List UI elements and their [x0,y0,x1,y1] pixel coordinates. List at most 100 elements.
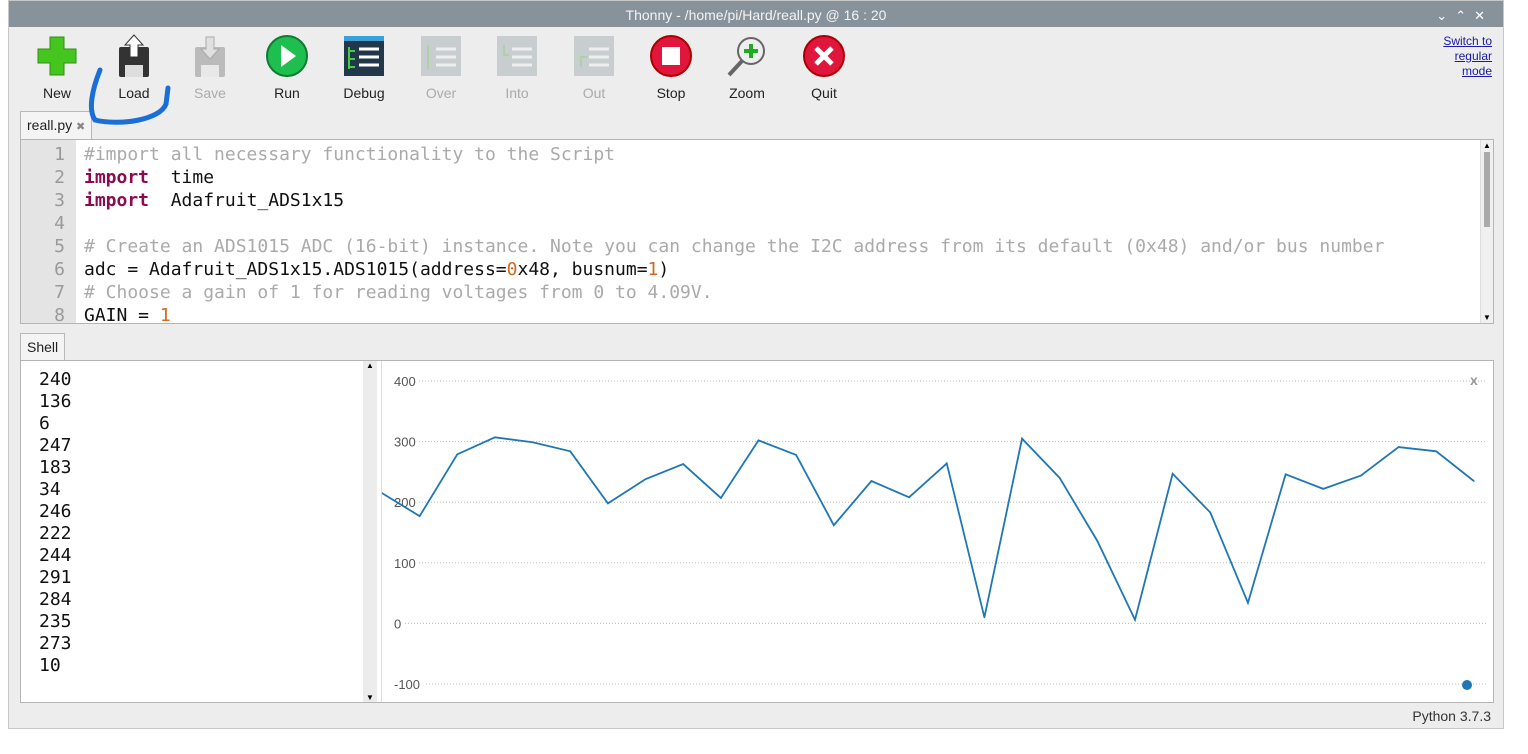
switch-to-regular-mode-link[interactable]: Switch to regular mode [1443,34,1492,79]
code-token: GAIN = [84,305,160,324]
data-point [418,515,421,517]
button-label: Quit [811,85,837,101]
shell-scrollbar[interactable]: ▲ ▼ [363,361,377,702]
code-token: import [84,167,150,188]
button-label: Out [582,85,606,101]
shell-output[interactable]: 240 136 6 247 183 34 246 222 244 291 284 235 273 10 [21,361,363,702]
y-tick-label: 0 [394,616,401,631]
scroll-thumb[interactable] [1484,152,1490,227]
button-label: Over [425,85,457,101]
shell-output-line: 284 [39,589,72,610]
code-token: 0 [506,259,518,280]
python-version: Python 3.7.3 [1412,708,1491,724]
data-point [456,453,459,456]
maximize-button[interactable]: ⌃ [1455,8,1474,23]
link-line[interactable]: regular [1443,49,1492,64]
data-point [1247,601,1249,604]
code-line[interactable]: import time [84,167,214,188]
data-point [1209,511,1212,514]
line-number: 8 [54,305,65,324]
scroll-up-icon[interactable]: ▲ [1483,141,1491,150]
line-number: 6 [54,259,65,280]
shell-output-line: 273 [39,633,72,654]
shell-output-line: 247 [39,435,72,456]
code-line[interactable]: import Adafruit_ADS1x15 [84,190,344,211]
code-editor[interactable]: 12345678 #import all necessary functiona… [20,139,1494,324]
scroll-down-icon[interactable]: ▼ [366,693,374,702]
code-line[interactable]: adc = Adafruit_ADS1x15.ADS1015(address=0… [84,259,669,280]
data-point [908,496,910,499]
code-token: 1 [647,259,659,280]
code-token: import [84,190,150,211]
code-line[interactable]: # Create an ADS1015 ADC (16-bit) instanc… [84,236,1384,257]
shell-output-line: 136 [39,391,72,412]
shell-output-line: 34 [39,479,61,500]
code-token: ) [658,259,670,280]
step-into-icon [497,36,537,76]
data-point [1021,437,1023,440]
close-plotter-icon[interactable]: x [1470,372,1478,388]
code-line[interactable]: #import all necessary functionality to t… [84,144,615,165]
data-point [1360,474,1362,477]
stop-icon [650,35,692,77]
zoom-button[interactable]: Zoom [712,33,782,101]
data-point [720,497,722,499]
data-point [1058,477,1061,479]
line-number: 5 [54,236,65,257]
data-point [607,502,609,505]
y-tick-label: 300 [394,435,416,450]
data-point [1435,450,1437,453]
shell-output-line: 183 [39,457,72,478]
data-point [870,480,873,482]
plotter: 400 300 200 100 0 -100 x [381,361,1493,702]
y-tick-label: 400 [394,374,416,389]
over-button[interactable]: Over [406,33,476,101]
code-line[interactable]: GAIN = 1 [84,305,171,324]
debug-button[interactable]: Debug [329,33,399,101]
link-line[interactable]: mode [1443,64,1492,79]
shell-panel: 240 136 6 247 183 34 246 222 244 291 284 235 273 10 ▲… [20,360,1494,703]
series-line [381,436,1475,623]
stop-button[interactable]: Stop [636,33,706,101]
out-button[interactable]: Out [559,33,629,101]
data-point [569,450,572,453]
quit-icon [803,35,845,77]
shell-output-line: 244 [39,545,72,566]
legend-marker [1462,680,1472,690]
scroll-down-icon[interactable]: ▼ [1483,313,1491,322]
minimize-button[interactable]: ⌄ [1436,8,1455,23]
code-token: #import all necessary functionality to t… [84,144,616,165]
shell-output-line: 6 [39,413,50,434]
data-point [494,436,496,439]
data-point [757,439,760,442]
button-label: Debug [343,85,385,101]
data-point [1284,473,1287,476]
code-token: # Create an ADS1015 ADC (16-bit) instanc… [84,236,1385,257]
y-tick-label: 100 [394,556,416,571]
data-point [1397,446,1400,448]
into-button[interactable]: Into [482,33,552,101]
debug-icon [344,36,384,76]
quit-button[interactable]: Quit [789,33,859,101]
button-label: Into [505,85,529,101]
line-number: 7 [54,282,65,303]
data-point [1473,480,1475,482]
line-number: 1 [54,144,65,165]
shell-output-line: 240 [39,369,72,390]
shell-output-line: 291 [39,567,72,588]
code-token: adc = Adafruit_ADS1x15.ADS1015(address= [84,259,507,280]
button-label: Zoom [729,85,765,101]
scroll-up-icon[interactable]: ▲ [366,361,374,370]
zoom-icon [727,37,765,77]
data-point [1171,472,1174,475]
code-token: Adafruit_ADS1x15 [149,190,345,211]
hand-drawn-annotation [88,67,171,125]
line-number: 3 [54,190,65,211]
tab-shell[interactable]: Shell [20,333,66,360]
close-window-button[interactable]: ✕ [1474,8,1493,23]
editor-scrollbar[interactable]: ▲ ▼ [1480,140,1493,323]
code-line[interactable]: # Choose a gain of 1 for reading voltage… [84,282,713,303]
data-point [644,478,647,480]
button-label: Stop [656,85,686,101]
link-line[interactable]: Switch to [1443,34,1492,49]
